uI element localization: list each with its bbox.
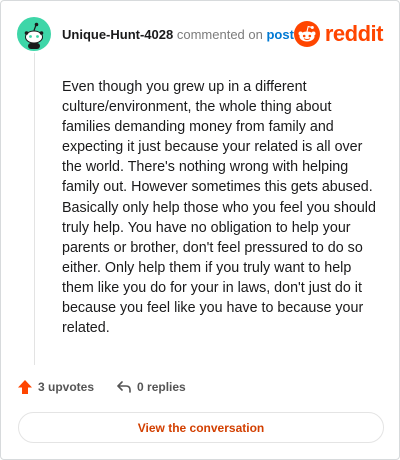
commented-on-text: commented on [176, 27, 263, 42]
view-conversation-button[interactable]: View the conversation [18, 412, 384, 443]
upvote-arrow-icon [18, 380, 32, 394]
username-link[interactable]: Unique-Hunt-4028 [62, 27, 173, 42]
comment-byline: Unique-Hunt-4028 commented on post [62, 27, 294, 43]
post-link[interactable]: post [266, 27, 293, 42]
replies-button[interactable]: 0 replies [116, 379, 186, 395]
snoo-avatar-icon [17, 17, 51, 51]
upvote-count: 3 upvotes [38, 380, 95, 394]
reply-arrow-icon [117, 381, 131, 393]
reply-count: 0 replies [137, 380, 186, 394]
comment-header: Unique-Hunt-4028 commented on post reddi… [17, 17, 384, 51]
reddit-logo-icon [293, 21, 320, 47]
upvote-button[interactable]: 3 upvotes [17, 379, 94, 395]
thread-line [34, 53, 35, 365]
comment-actions: 3 upvotes 0 replies [17, 377, 186, 397]
reddit-wordmark: reddit [324, 21, 384, 46]
comment-card: Unique-Hunt-4028 commented on post reddi… [0, 0, 400, 460]
comment-body: Even though you grew up in a different c… [62, 79, 376, 337]
avatar[interactable] [17, 17, 51, 51]
reddit-brand[interactable]: reddit [293, 21, 384, 47]
